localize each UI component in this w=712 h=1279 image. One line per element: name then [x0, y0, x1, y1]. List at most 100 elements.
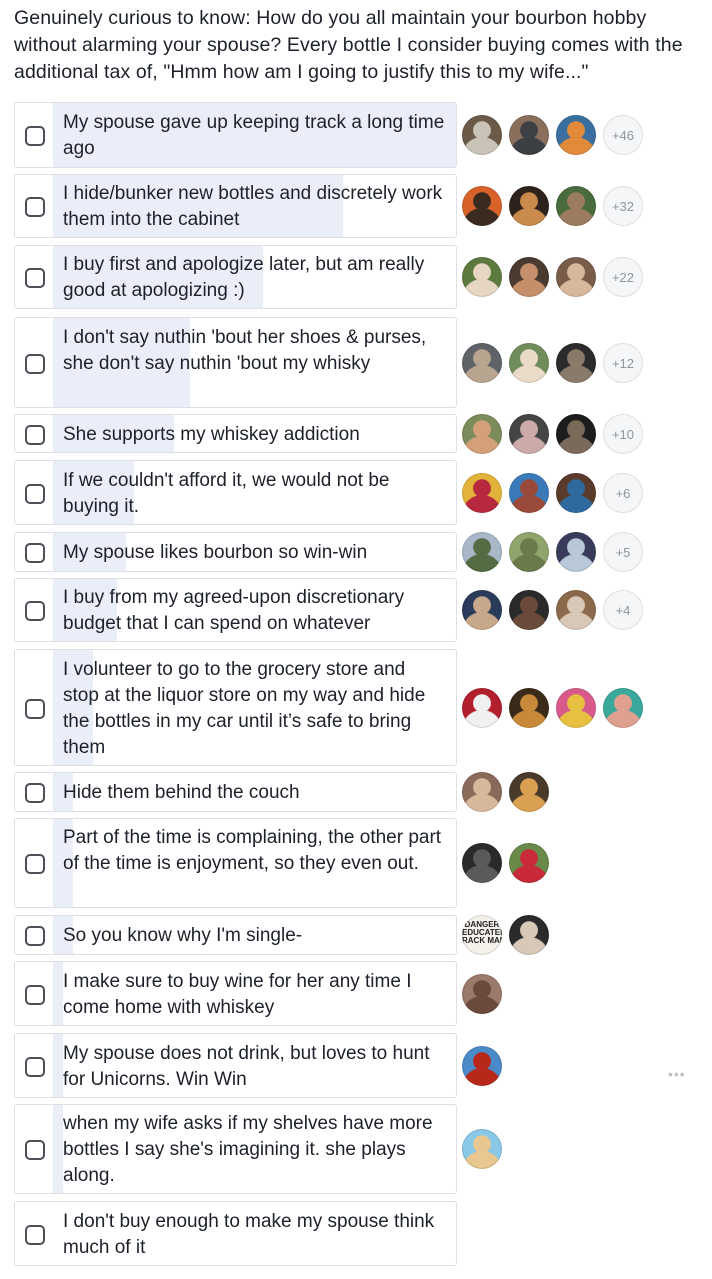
poll-option[interactable]: I don't say nuthin 'bout her shoes & pur… [14, 317, 643, 408]
voter-avatar[interactable] [462, 772, 502, 812]
voter-avatars[interactable]: +10 [462, 414, 643, 454]
voter-avatar[interactable] [509, 115, 549, 155]
voter-avatars[interactable] [462, 1046, 509, 1086]
poll-option[interactable]: I volunteer to go to the grocery store a… [14, 649, 643, 766]
poll-option[interactable]: I make sure to buy wine for her any time… [14, 961, 502, 1026]
voter-avatar[interactable] [462, 257, 502, 297]
option-checkbox[interactable] [25, 484, 45, 504]
option-checkbox[interactable] [25, 783, 45, 803]
option-checkbox[interactable] [25, 268, 45, 288]
voter-avatar[interactable] [462, 532, 502, 572]
poll-option[interactable]: So you know why I'm single- DANGER EDUCAT… [14, 915, 549, 955]
poll-option-box[interactable]: So you know why I'm single- [14, 915, 457, 955]
voter-avatar[interactable] [462, 590, 502, 630]
option-checkbox[interactable] [25, 699, 45, 719]
ellipsis-icon[interactable]: ••• [668, 1066, 686, 1082]
voter-avatar[interactable] [462, 843, 502, 883]
voter-avatar[interactable] [509, 590, 549, 630]
voter-avatars[interactable]: +32 [462, 186, 643, 226]
voter-avatars[interactable]: +22 [462, 257, 643, 297]
poll-option-box[interactable]: My spouse likes bourbon so win-win [14, 532, 457, 572]
more-voters-count[interactable]: +10 [603, 414, 643, 454]
voter-avatar[interactable] [556, 343, 596, 383]
more-voters-count[interactable]: +32 [603, 186, 643, 226]
voter-avatars[interactable]: +5 [462, 532, 643, 572]
more-voters-count[interactable]: +12 [603, 343, 643, 383]
poll-option-box[interactable]: She supports my whiskey addiction [14, 414, 457, 453]
poll-option-box[interactable]: I make sure to buy wine for her any time… [14, 961, 457, 1026]
voter-avatars[interactable] [462, 772, 556, 812]
option-checkbox[interactable] [25, 985, 45, 1005]
poll-option-box[interactable]: I don't say nuthin 'bout her shoes & pur… [14, 317, 457, 408]
option-checkbox[interactable] [25, 1057, 45, 1077]
voter-avatar[interactable] [556, 473, 596, 513]
poll-option-box[interactable]: If we couldn't afford it, we would not b… [14, 460, 457, 525]
voter-avatar[interactable] [462, 1046, 502, 1086]
voter-avatar[interactable] [509, 186, 549, 226]
voter-avatar[interactable] [462, 473, 502, 513]
voter-avatar[interactable] [556, 257, 596, 297]
more-voters-count[interactable]: +6 [603, 473, 643, 513]
voter-avatars[interactable]: +4 [462, 590, 643, 630]
voter-avatars[interactable] [462, 843, 556, 883]
poll-option-box[interactable]: My spouse gave up keeping track a long t… [14, 102, 457, 168]
voter-avatar[interactable] [509, 414, 549, 454]
poll-option[interactable]: I buy first and apologize later, but am … [14, 245, 643, 309]
poll-option[interactable]: I buy from my agreed-upon discretionary … [14, 578, 643, 642]
poll-option[interactable]: She supports my whiskey addiction +10 [14, 414, 643, 454]
option-checkbox[interactable] [25, 126, 45, 146]
voter-avatar[interactable] [556, 186, 596, 226]
voter-avatar[interactable] [509, 843, 549, 883]
option-checkbox[interactable] [25, 197, 45, 217]
voter-avatar[interactable] [509, 915, 549, 955]
voter-avatar[interactable] [556, 590, 596, 630]
voter-avatar[interactable] [462, 1129, 502, 1169]
voter-avatar[interactable] [509, 532, 549, 572]
option-checkbox[interactable] [25, 543, 45, 563]
voter-avatar[interactable] [556, 115, 596, 155]
voter-avatars[interactable] [462, 974, 509, 1014]
voter-avatar[interactable] [509, 473, 549, 513]
voter-avatar[interactable] [462, 115, 502, 155]
voter-avatars[interactable]: +6 [462, 473, 643, 513]
poll-option[interactable]: My spouse likes bourbon so win-win +5 [14, 532, 643, 572]
voter-avatar[interactable] [462, 974, 502, 1014]
option-checkbox[interactable] [25, 1140, 45, 1160]
voter-avatars[interactable] [462, 688, 650, 728]
voter-avatar[interactable] [462, 414, 502, 454]
voter-avatars[interactable]: DANGER EDUCATED RACK MAN [462, 915, 556, 955]
option-checkbox[interactable] [25, 354, 45, 374]
voter-avatar[interactable] [556, 414, 596, 454]
voter-avatar[interactable] [509, 772, 549, 812]
option-checkbox[interactable] [25, 601, 45, 621]
poll-option[interactable]: If we couldn't afford it, we would not b… [14, 460, 643, 525]
voter-avatar[interactable] [556, 532, 596, 572]
voter-avatars[interactable]: +12 [462, 343, 643, 383]
voter-avatar[interactable] [462, 186, 502, 226]
voter-avatars[interactable] [462, 1129, 509, 1169]
voter-avatar[interactable]: DANGER EDUCATED RACK MAN [462, 915, 502, 955]
poll-option-box[interactable]: I hide/bunker new bottles and discretely… [14, 174, 457, 238]
voter-avatar[interactable] [556, 688, 596, 728]
poll-option[interactable]: Hide them behind the couch [14, 772, 549, 812]
voter-avatar[interactable] [603, 688, 643, 728]
option-checkbox[interactable] [25, 1225, 45, 1245]
more-voters-count[interactable]: +5 [603, 532, 643, 572]
poll-option-box[interactable]: Hide them behind the couch [14, 772, 457, 812]
poll-option[interactable]: My spouse gave up keeping track a long t… [14, 102, 643, 168]
voter-avatar[interactable] [509, 343, 549, 383]
poll-option-box[interactable]: when my wife asks if my shelves have mor… [14, 1104, 457, 1194]
poll-option[interactable]: Part of the time is complaining, the oth… [14, 818, 549, 908]
poll-option-box[interactable]: I volunteer to go to the grocery store a… [14, 649, 457, 766]
poll-option-box[interactable]: I buy from my agreed-upon discretionary … [14, 578, 457, 642]
more-voters-count[interactable]: +46 [603, 115, 643, 155]
poll-option[interactable]: My spouse does not drink, but loves to h… [14, 1033, 502, 1098]
more-voters-count[interactable]: +4 [603, 590, 643, 630]
option-checkbox[interactable] [25, 854, 45, 874]
poll-option[interactable]: when my wife asks if my shelves have mor… [14, 1104, 502, 1194]
voter-avatar[interactable] [509, 688, 549, 728]
poll-option[interactable]: I hide/bunker new bottles and discretely… [14, 174, 643, 238]
poll-option-box[interactable]: I don't buy enough to make my spouse thi… [14, 1201, 457, 1266]
voter-avatar[interactable] [462, 688, 502, 728]
poll-option-box[interactable]: I buy first and apologize later, but am … [14, 245, 457, 309]
